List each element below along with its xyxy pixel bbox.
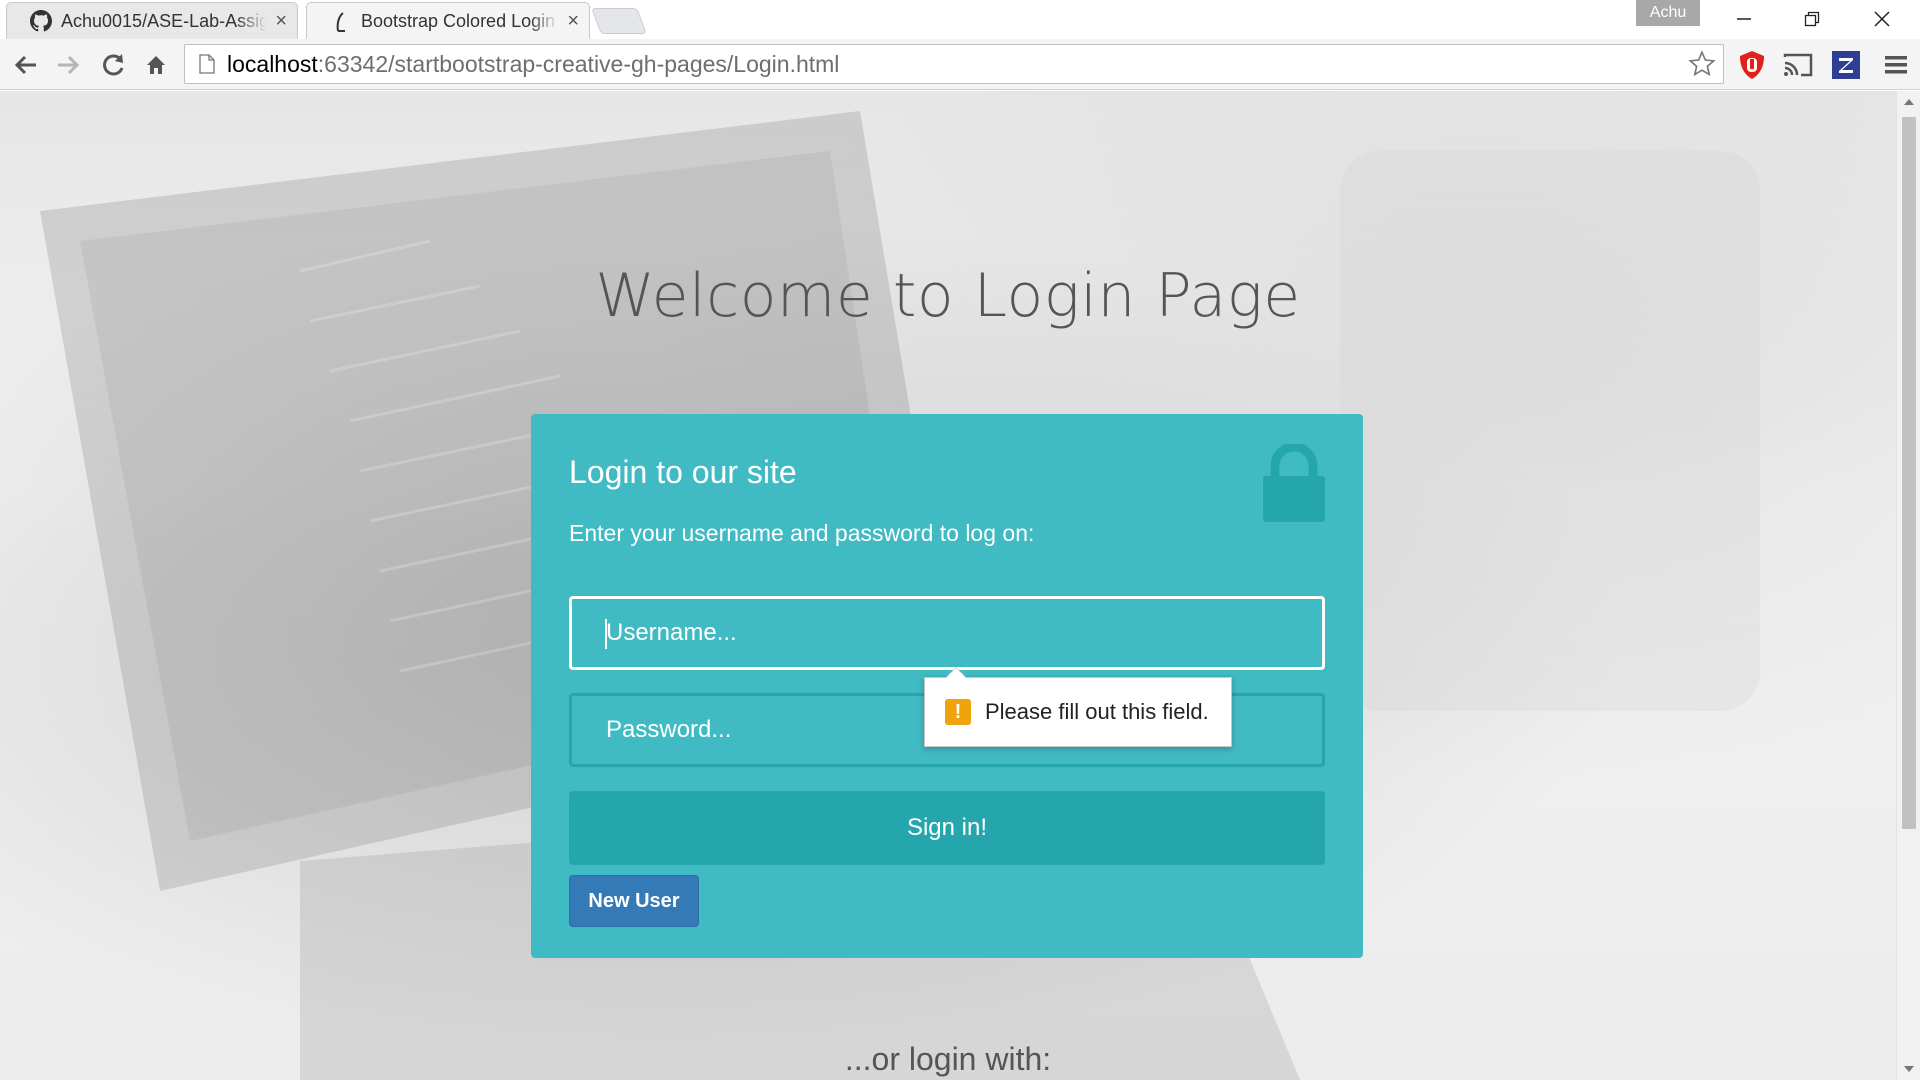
new-user-button[interactable]: New User xyxy=(569,875,699,927)
scroll-up-arrow-icon[interactable] xyxy=(1904,99,1914,105)
vertical-scrollbar[interactable] xyxy=(1896,91,1920,1080)
profile-button[interactable]: Achu xyxy=(1636,0,1700,26)
back-icon[interactable] xyxy=(8,47,44,83)
page-heading: Welcome to Login Page xyxy=(595,261,1301,331)
forward-icon[interactable] xyxy=(50,47,86,83)
lock-icon xyxy=(1263,444,1325,522)
bookmark-star-icon[interactable] xyxy=(1687,49,1717,79)
validation-message: Please fill out this field. xyxy=(985,699,1209,724)
browser-toolbar: localhost:63342/startbootstrap-creative-… xyxy=(0,39,1920,90)
url-text: localhost:63342/startbootstrap-creative-… xyxy=(227,51,839,78)
scroll-down-arrow-icon[interactable] xyxy=(1904,1066,1914,1072)
page-viewport: Welcome to Login Page Login to our site … xyxy=(0,91,1896,1080)
warning-icon: ! xyxy=(945,699,971,725)
sign-in-button[interactable]: Sign in! xyxy=(569,791,1325,865)
page-icon xyxy=(329,10,353,34)
text-caret xyxy=(605,619,607,649)
github-icon xyxy=(29,9,53,33)
tab-github[interactable]: Achu0015/ASE-Lab-Assignments × xyxy=(6,2,298,39)
minimize-icon[interactable] xyxy=(1710,0,1778,38)
adblock-extension-icon[interactable] xyxy=(1734,47,1770,83)
password-placeholder: Password... xyxy=(606,716,732,743)
zotero-extension-icon[interactable] xyxy=(1828,47,1864,83)
cast-icon[interactable] xyxy=(1780,47,1816,83)
tab-login-page[interactable]: Bootstrap Colored Login Page × xyxy=(306,2,590,40)
document-icon xyxy=(195,54,219,74)
close-window-icon[interactable] xyxy=(1848,0,1916,38)
close-icon[interactable]: × xyxy=(567,10,579,33)
tab-title: Bootstrap Colored Login Page xyxy=(361,11,559,31)
address-bar[interactable]: localhost:63342/startbootstrap-creative-… xyxy=(184,44,1724,84)
username-placeholder: Username... xyxy=(606,619,737,646)
scrollbar-thumb[interactable] xyxy=(1902,117,1916,829)
url-path: :63342/startbootstrap-creative-gh-pages/… xyxy=(317,50,840,77)
validation-tooltip: ! Please fill out this field. xyxy=(924,667,1232,747)
new-tab-button[interactable] xyxy=(591,8,647,34)
home-icon[interactable] xyxy=(138,47,174,83)
reload-icon[interactable] xyxy=(96,47,132,83)
form-subtitle: Enter your username and password to log … xyxy=(569,520,1035,546)
menu-icon[interactable] xyxy=(1878,47,1914,83)
close-icon[interactable]: × xyxy=(275,10,287,33)
restore-icon[interactable] xyxy=(1778,0,1846,38)
username-input[interactable]: Username... xyxy=(569,596,1325,670)
tab-title: Achu0015/ASE-Lab-Assignments xyxy=(61,10,267,31)
form-title: Login to our site xyxy=(569,454,797,490)
social-login-prompt: ...or login with: xyxy=(844,1041,1052,1077)
url-host: localhost xyxy=(227,50,318,77)
tab-strip: Achu0015/ASE-Lab-Assignments × Bootstrap… xyxy=(0,0,1920,40)
